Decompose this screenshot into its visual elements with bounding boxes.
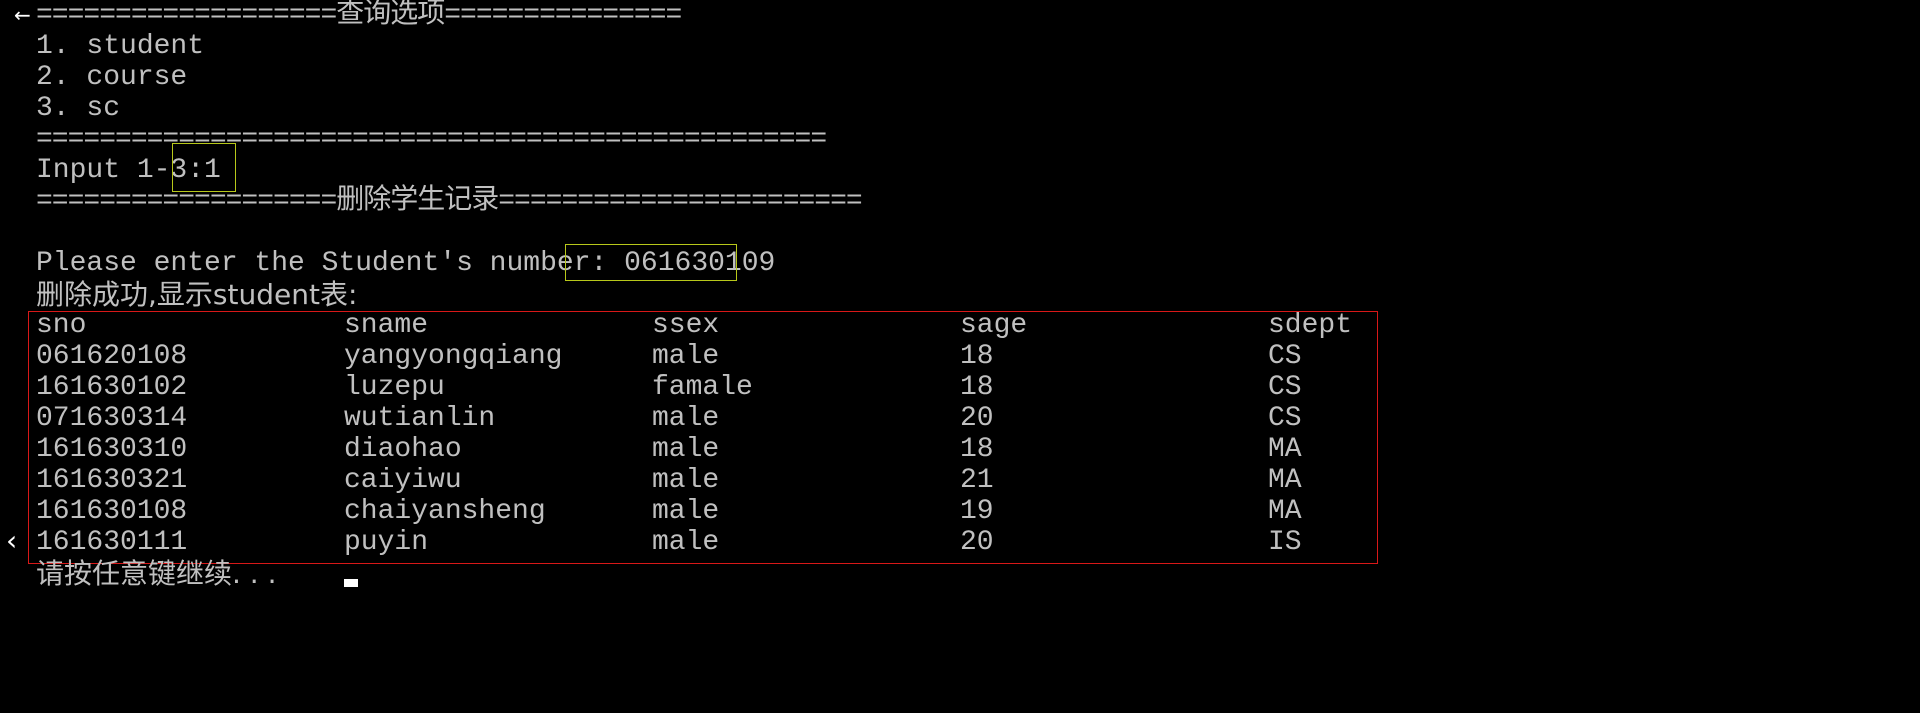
cell-sname: luzepu — [344, 372, 445, 403]
delete-success-message: 删除成功,显示student表: — [36, 278, 358, 311]
student-number-highlight-box — [565, 244, 737, 281]
table-row: 161630102 luzepu famale 18 CS — [36, 372, 1376, 403]
input-highlight-box — [172, 143, 236, 192]
cell-sage: 18 — [960, 341, 994, 372]
cell-sdept: IS — [1268, 527, 1302, 558]
cell-sage: 20 — [960, 403, 994, 434]
cell-sname: diaohao — [344, 434, 462, 465]
menu-item-sc: 3. sc — [36, 93, 121, 124]
cell-sdept: CS — [1268, 341, 1302, 372]
cell-sname: yangyongqiang — [344, 341, 563, 372]
cell-sdept: CS — [1268, 403, 1302, 434]
delete-record-header: ===================删除学生记录===============… — [36, 186, 863, 217]
cell-sno: 161630321 — [36, 465, 188, 496]
cell-sno: 161630108 — [36, 496, 188, 527]
table-row: 161630111 puyin male 20 IS — [36, 527, 1376, 558]
table-row: 161630108 chaiyansheng male 19 MA — [36, 496, 1376, 527]
cell-sname: caiyiwu — [344, 465, 462, 496]
cell-ssex: male — [652, 434, 720, 465]
cell-sage: 21 — [960, 465, 994, 496]
cell-sname: wutianlin — [344, 403, 496, 434]
back-arrow-icon[interactable]: ← — [14, 2, 34, 28]
table-row: 161630321 caiyiwu male 21 MA — [36, 465, 1376, 496]
cell-sdept: MA — [1268, 465, 1302, 496]
menu-item-student: 1. student — [36, 31, 205, 62]
menu-item-course: 2. course — [36, 62, 188, 93]
cell-sname: puyin — [344, 527, 429, 558]
cell-ssex: male — [652, 527, 720, 558]
text-cursor — [344, 579, 358, 587]
cell-sno: 161630102 — [36, 372, 188, 403]
scroll-left-chevron-icon[interactable]: ‹ — [6, 526, 26, 556]
input-prompt: Input 1-3 — [36, 155, 188, 186]
column-header-sdept: sdept — [1268, 310, 1353, 341]
menu-footer: ========================================… — [36, 124, 827, 155]
cell-sdept: MA — [1268, 434, 1302, 465]
cell-ssex: male — [652, 496, 720, 527]
cell-sage: 18 — [960, 372, 994, 403]
cell-sage: 18 — [960, 434, 994, 465]
table-row: 161630310 diaohao male 18 MA — [36, 434, 1376, 465]
table-header-row: sno sname ssex sage sdept — [36, 310, 1376, 341]
cell-sdept: CS — [1268, 372, 1302, 403]
cell-ssex: male — [652, 403, 720, 434]
cell-sname: chaiyansheng — [344, 496, 546, 527]
cell-sage: 19 — [960, 496, 994, 527]
cell-sno: 061620108 — [36, 341, 188, 372]
cell-sno: 161630111 — [36, 527, 188, 558]
column-header-sname: sname — [344, 310, 429, 341]
cell-ssex: male — [652, 341, 720, 372]
cell-ssex: famale — [652, 372, 753, 403]
cell-sage: 20 — [960, 527, 994, 558]
column-header-ssex: ssex — [652, 310, 720, 341]
continue-prompt: 请按任意键继续. . . — [36, 557, 277, 590]
menu-header: ===================查询选项=============== — [36, 0, 682, 31]
cell-sno: 161630310 — [36, 434, 188, 465]
cell-sdept: MA — [1268, 496, 1302, 527]
column-header-sno: sno — [36, 310, 87, 341]
table-row: 061620108 yangyongqiang male 18 CS — [36, 341, 1376, 372]
column-header-sage: sage — [960, 310, 1028, 341]
cell-sno: 071630314 — [36, 403, 188, 434]
table-row: 071630314 wutianlin male 20 CS — [36, 403, 1376, 434]
student-number-prompt: Please enter the Student's number: — [36, 248, 625, 279]
cell-ssex: male — [652, 465, 720, 496]
